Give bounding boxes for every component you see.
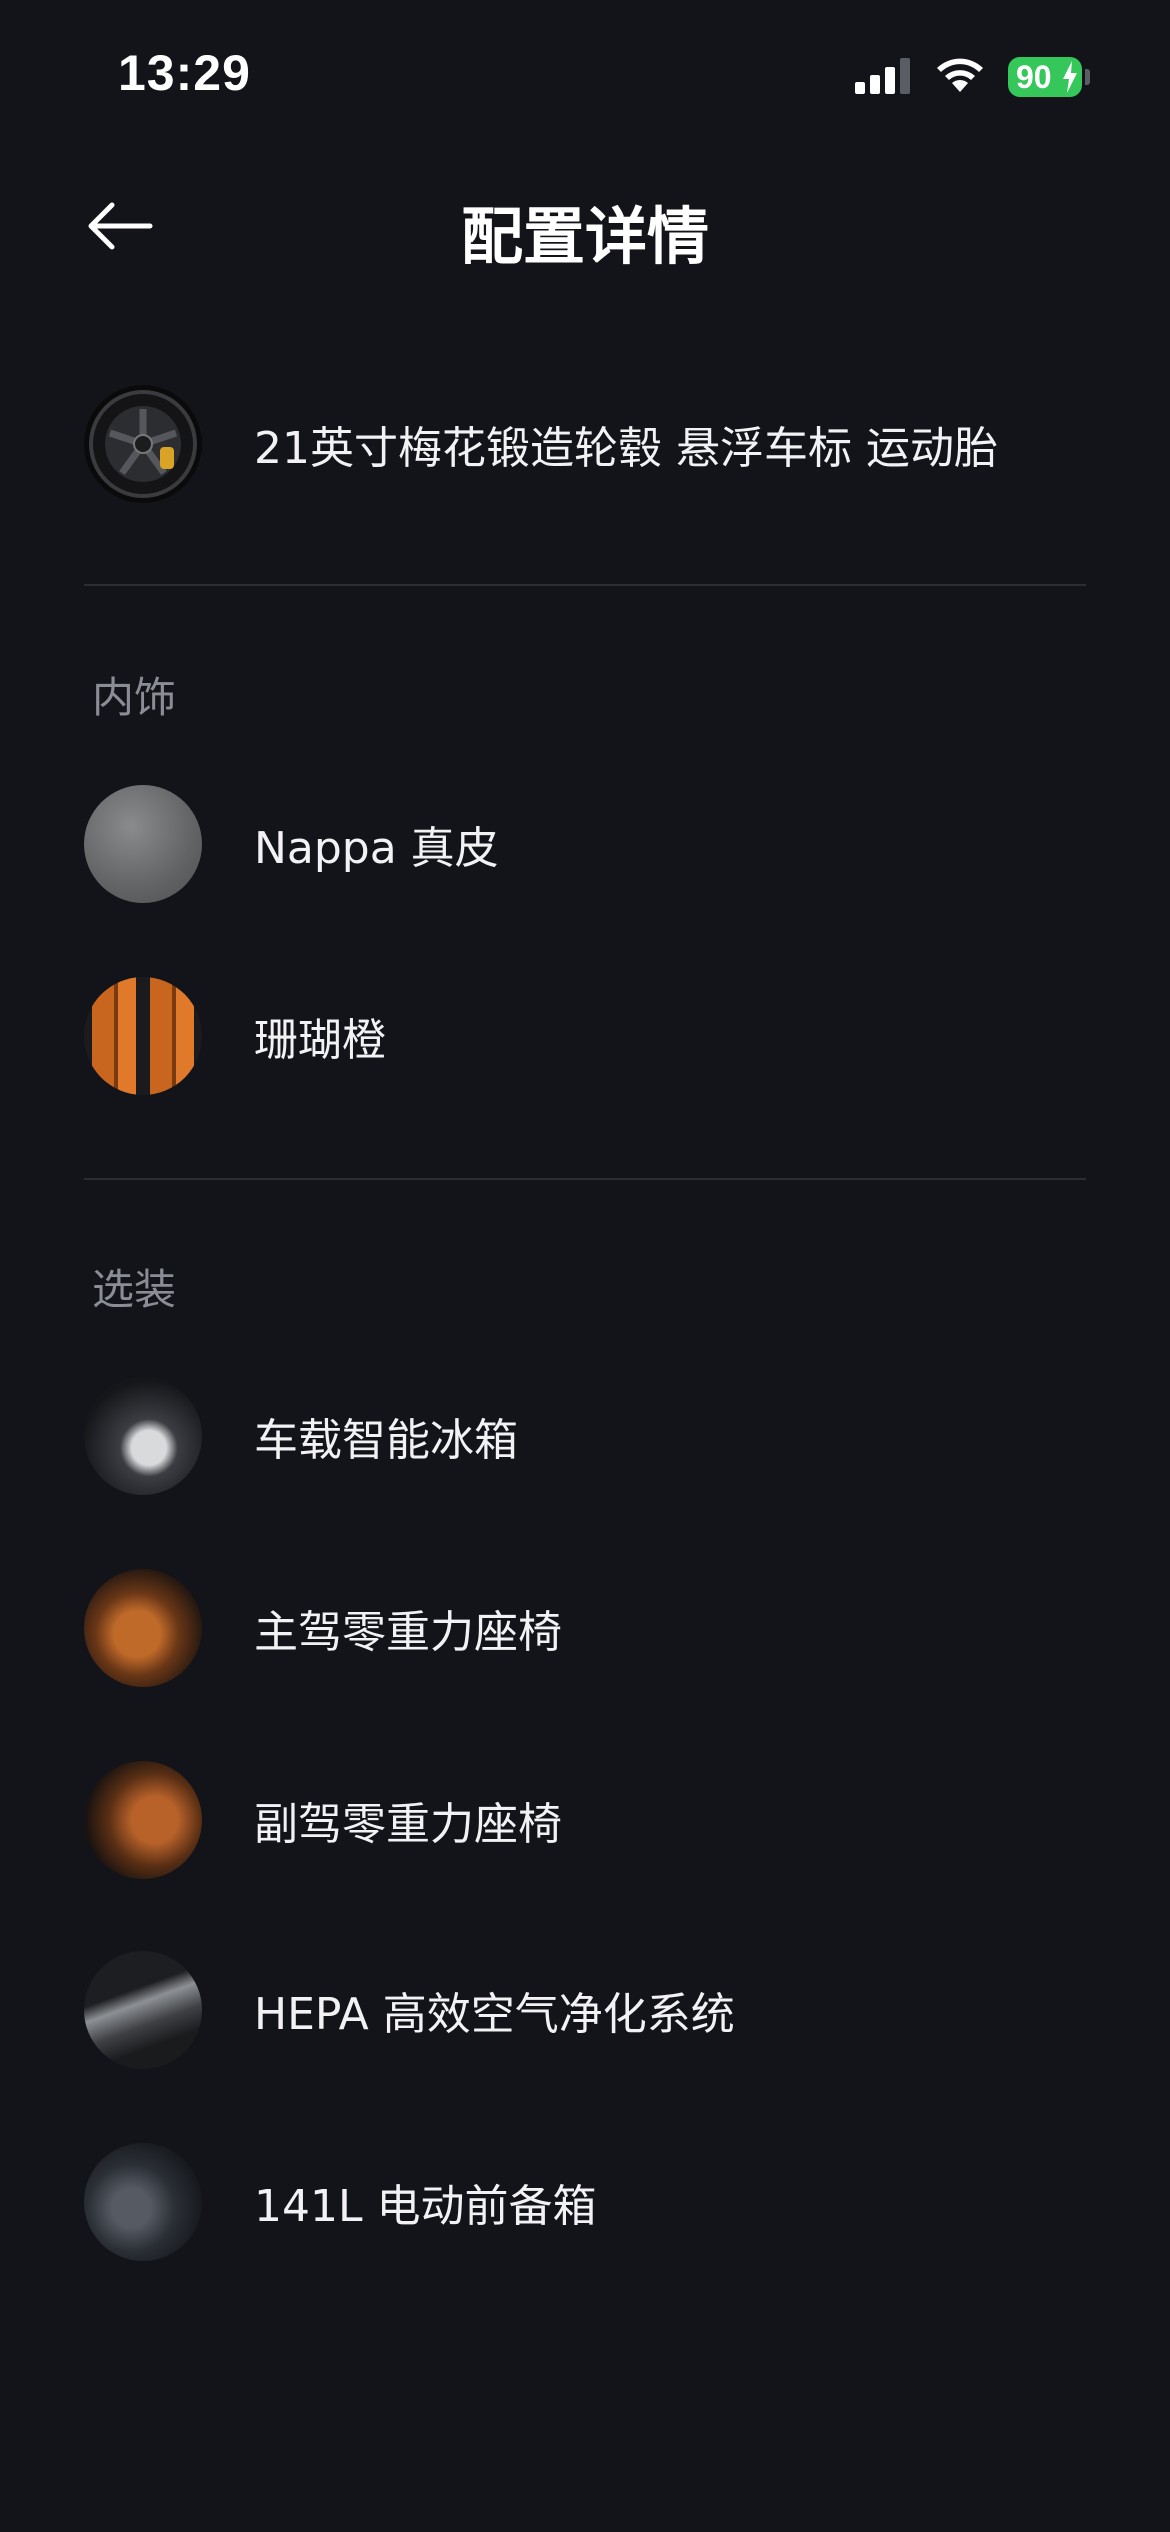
page-title: 配置详情 bbox=[460, 200, 709, 273]
list-item-label: 主驾零重力座椅 bbox=[254, 1607, 562, 1658]
list-item-driver-seat[interactable]: 主驾零重力座椅 bbox=[84, 1568, 1086, 1688]
list-item-front-trunk[interactable]: 141L 电动前备箱 bbox=[84, 2142, 1086, 2262]
list-item-wheels[interactable]: 21英寸梅花锻造轮毂 悬浮车标 运动胎 bbox=[84, 384, 1086, 504]
charging-bolt-icon bbox=[1063, 61, 1077, 93]
list-item-label: 车载智能冰箱 bbox=[254, 1415, 518, 1466]
list-item-passenger-seat[interactable]: 副驾零重力座椅 bbox=[84, 1760, 1086, 1880]
list-item-hepa[interactable]: HEPA 高效空气净化系统 bbox=[84, 1950, 1086, 2070]
list-item-coral-orange[interactable]: 珊瑚橙 bbox=[84, 976, 1086, 1096]
status-bar: 13:29 90 bbox=[0, 0, 1170, 150]
list-item-label: 副驾零重力座椅 bbox=[254, 1799, 562, 1850]
fridge-thumbnail bbox=[84, 1377, 202, 1495]
divider bbox=[84, 1178, 1086, 1180]
front-trunk-thumbnail bbox=[84, 2143, 202, 2261]
divider bbox=[84, 584, 1086, 586]
battery-cap bbox=[1085, 69, 1090, 85]
wheel-icon bbox=[89, 390, 197, 498]
status-time: 13:29 bbox=[118, 45, 251, 101]
wifi-icon bbox=[937, 58, 983, 92]
list-item-label: Nappa 真皮 bbox=[254, 823, 499, 874]
section-title-interior: 内饰 bbox=[92, 673, 177, 722]
list-item-label: 141L 电动前备箱 bbox=[254, 2181, 597, 2232]
passenger-seat-thumbnail bbox=[84, 1761, 202, 1879]
wheel-thumbnail bbox=[84, 385, 202, 503]
hepa-filter-thumbnail bbox=[84, 1951, 202, 2069]
list-item-smart-fridge[interactable]: 车载智能冰箱 bbox=[84, 1376, 1086, 1496]
list-item-label: 21英寸梅花锻造轮毂 悬浮车标 运动胎 bbox=[254, 423, 998, 474]
nav-bar: 配置详情 bbox=[0, 150, 1170, 300]
driver-seat-thumbnail bbox=[84, 1569, 202, 1687]
list-item-label: HEPA 高效空气净化系统 bbox=[254, 1989, 735, 2040]
cellular-signal-icon bbox=[855, 58, 910, 94]
orange-swatch-thumbnail bbox=[84, 977, 202, 1095]
list-item-nappa-leather[interactable]: Nappa 真皮 bbox=[84, 784, 1086, 904]
battery-level: 90 bbox=[1016, 59, 1052, 95]
section-title-options: 选装 bbox=[92, 1265, 177, 1314]
leather-swatch-thumbnail bbox=[84, 785, 202, 903]
list-item-label: 珊瑚橙 bbox=[254, 1015, 386, 1066]
